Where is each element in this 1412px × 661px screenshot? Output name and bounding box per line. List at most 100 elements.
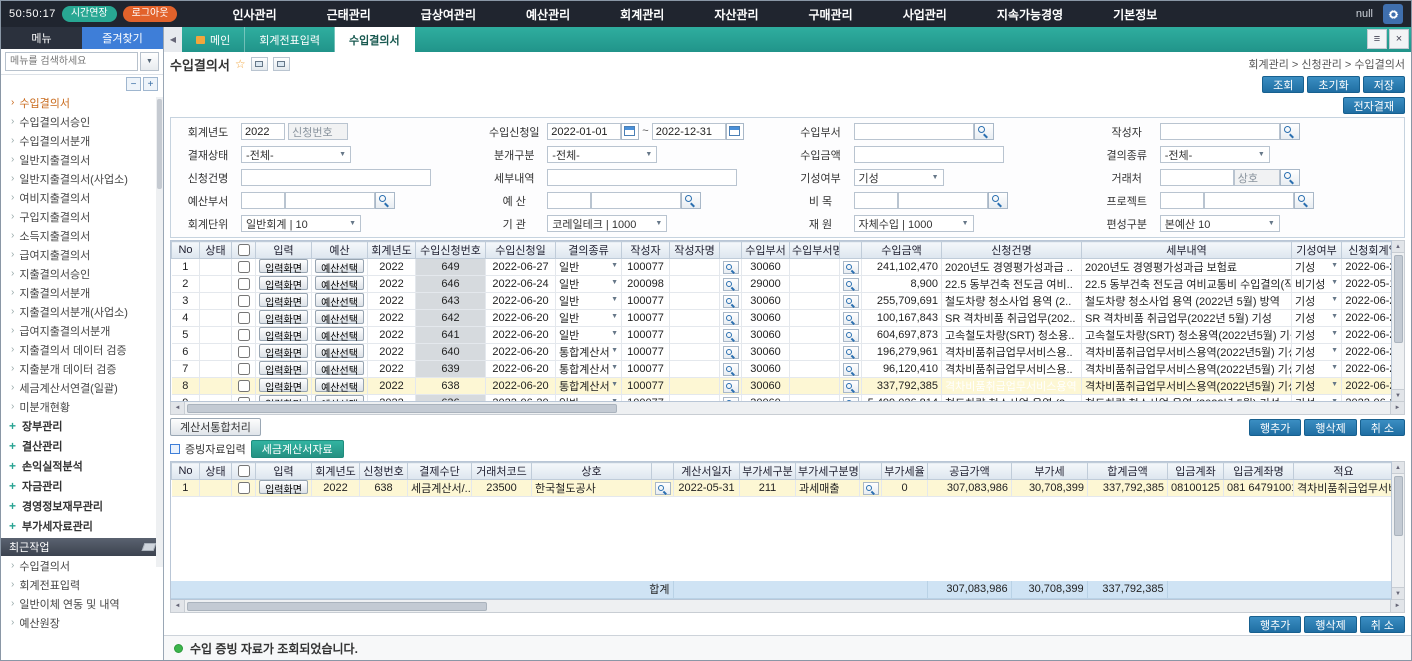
calendar-icon[interactable] [621,123,639,140]
row-checkbox[interactable] [238,261,250,273]
table-row[interactable]: 2 입력화면 예산선택 2022 646 2022-06-24 ▼일반 [172,276,1393,293]
kind-select[interactable]: ▼일반 [556,327,622,344]
search-icon[interactable] [843,295,859,308]
done-select[interactable]: ▼기성 [1292,361,1342,378]
top-menu-item[interactable]: 지속가능경영 [972,6,1088,23]
search-icon[interactable] [843,312,859,325]
search-icon[interactable] [723,295,739,308]
search-icon[interactable] [1280,123,1300,140]
top-menu-item[interactable]: 기본정보 [1088,6,1182,23]
sidebar-item[interactable]: › 수입결의서분개 [1,131,163,150]
grid2-horizontal-scrollbar[interactable]: ◄ ► [170,600,1405,613]
clear-history-icon[interactable] [142,543,157,551]
scrollbar-thumb[interactable] [187,404,617,413]
vendor-input[interactable] [1160,169,1234,186]
recent-item[interactable]: › 회계전표입력 [1,575,163,594]
top-menu-item[interactable]: 구매관리 [784,6,878,23]
kind-select[interactable]: ▼일반 [556,276,622,293]
project-code-input[interactable] [1160,192,1204,209]
writer-input[interactable] [1160,123,1280,140]
scrollbar-thumb[interactable] [1394,476,1403,536]
done-select[interactable]: ▼기성 [1292,259,1342,276]
budget-select-button[interactable]: 예산선택 [315,310,364,324]
input-screen-button[interactable]: 입력화면 [259,327,308,341]
recent-item[interactable]: › 일반이체 연동 및 내역 [1,594,163,613]
extend-time-button[interactable]: 시간연장 [62,6,117,22]
done-select[interactable]: ▼비기성 [1292,276,1342,293]
sidebar-group[interactable]: + 자금관리 [1,476,163,496]
budget-select-button[interactable]: 예산선택 [315,293,364,307]
search-icon[interactable] [723,278,739,291]
favorite-star-icon[interactable]: ☆ [235,57,246,71]
search-icon[interactable] [723,312,739,325]
popup-window-icon[interactable] [273,57,290,71]
sidebar-scrollbar[interactable] [156,97,163,567]
sidebar-item[interactable]: › 급여지출결의서분개 [1,321,163,340]
done-select[interactable]: ▼기성 [1292,293,1342,310]
input-screen-button[interactable]: 입력화면 [259,293,308,307]
date-from-input[interactable] [547,123,621,140]
sidebar-item[interactable]: › 수입결의서 [1,93,163,112]
budget-dept-code-input[interactable] [241,192,285,209]
logout-button[interactable]: 로그아웃 [123,6,178,22]
settings-button[interactable] [1383,4,1403,24]
sidebar-item[interactable]: › 일반지출결의서 [1,150,163,169]
budget-select-button[interactable]: 예산선택 [315,276,364,290]
sidebar-item[interactable]: › 지출결의서분개(사업소) [1,302,163,321]
vendor-type-input[interactable] [1234,169,1280,186]
search-icon[interactable] [863,482,879,495]
scroll-up-icon[interactable]: ▲ [1392,241,1404,253]
agency-select[interactable]: 코레일테크 | 1000▼ [547,215,667,232]
fiscal-year-input[interactable] [241,123,285,140]
recent-item[interactable]: › 수입결의서 [1,556,163,575]
sidebar-item[interactable]: › 급여지출결의서 [1,245,163,264]
sidebar-item[interactable]: › 구입지출결의서 [1,207,163,226]
search-icon[interactable] [723,363,739,376]
input-screen-button[interactable]: 입력화면 [259,480,308,494]
row-add-button[interactable]: 행추가 [1249,616,1301,633]
search-dropdown-button[interactable]: ▼ [140,52,159,71]
search-button[interactable]: 조회 [1262,76,1304,93]
reset-button[interactable]: 초기화 [1307,76,1359,93]
done-select[interactable]: ▼기성 [1292,395,1342,403]
budget-select-button[interactable]: 예산선택 [315,259,364,273]
table-row[interactable]: 4 입력화면 예산선택 2022 642 2022-06-20 ▼일반 [172,310,1393,327]
grid1-vertical-scrollbar[interactable]: ▲ ▼ [1392,240,1405,402]
collapse-all-button[interactable]: − [126,77,141,91]
search-icon[interactable] [723,261,739,274]
cancel-button[interactable]: 취 소 [1360,616,1405,633]
sidebar-item[interactable]: › 수입결의서승인 [1,112,163,131]
search-icon[interactable] [843,346,859,359]
scroll-right-icon[interactable]: ► [1390,402,1404,414]
kind-select[interactable]: ▼통합계산서 [556,378,622,395]
row-checkbox[interactable] [238,346,250,358]
top-menu-item[interactable]: 자산관리 [689,6,783,23]
table-row[interactable]: 6 입력화면 예산선택 2022 640 2022-06-20 ▼통합계산서 [172,344,1393,361]
document-tab[interactable]: 회계전표입력 [245,27,335,52]
resolution-type-select[interactable]: -전체-▼ [1160,146,1270,163]
kind-select[interactable]: ▼통합계산서 [556,344,622,361]
grid2-vertical-scrollbar[interactable]: ▲ ▼ [1392,461,1405,600]
table-row[interactable]: 9 입력화면 예산선택 2022 636 2022-06-20 ▼일반 [172,395,1393,403]
search-icon[interactable] [843,380,859,393]
table-row[interactable]: 5 입력화면 예산선택 2022 641 2022-06-20 ▼일반 [172,327,1393,344]
sidebar-tab-favorites[interactable]: 즐겨찾기 [82,27,163,49]
search-icon[interactable] [723,346,739,359]
row-checkbox[interactable] [238,363,250,375]
row-checkbox[interactable] [238,312,250,324]
scroll-right-icon[interactable]: ► [1390,600,1404,612]
input-screen-button[interactable]: 입력화면 [259,344,308,358]
request-title-input[interactable] [241,169,431,186]
sidebar-group[interactable]: + 부가세자료관리 [1,516,163,536]
done-select[interactable]: ▼기성 [1292,327,1342,344]
scroll-down-icon[interactable]: ▼ [1392,389,1404,401]
document-tab[interactable]: 메인 [182,27,245,52]
scrollbar-thumb[interactable] [157,99,162,189]
scrollbar-thumb[interactable] [1394,255,1403,343]
search-icon[interactable] [843,329,859,342]
income-amount-input[interactable] [854,146,1004,163]
kind-select[interactable]: ▼일반 [556,259,622,276]
document-tab[interactable]: 수입결의서 [335,27,415,52]
kind-select[interactable]: ▼일반 [556,395,622,403]
sidebar-item[interactable]: › 지출분개 데이터 검증 [1,359,163,378]
